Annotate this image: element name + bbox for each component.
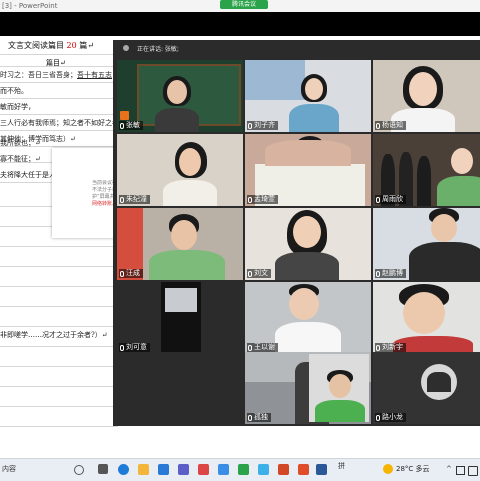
divider — [0, 98, 118, 99]
participant-name-tag: 孤独 — [247, 413, 271, 422]
participant-name-tag: 汪成 — [119, 269, 143, 278]
doc-line: 敏而好学， — [0, 103, 35, 111]
store-icon[interactable] — [158, 464, 169, 475]
taskbar: 内容 拼 28°C 多云 ^ — [0, 458, 480, 481]
participant-name-tag: 刘可意 — [119, 343, 150, 352]
video-tile[interactable]: 赵鹏博 — [373, 208, 480, 280]
video-tile[interactable]: 朱纪潼 — [117, 134, 243, 206]
window-title: [3] - PowerPoint — [2, 2, 58, 10]
mic-icon — [376, 122, 380, 129]
divider — [0, 366, 118, 367]
tencent-meeting-icon[interactable] — [238, 464, 249, 475]
mic-icon — [248, 344, 252, 351]
participant-name-tag: 路小龙 — [375, 413, 406, 422]
search-icon[interactable] — [74, 465, 84, 475]
mic-icon — [376, 196, 380, 203]
app-icon[interactable] — [198, 464, 209, 475]
participant-name-tag: 周雨欣 — [375, 195, 406, 204]
app-icon[interactable] — [258, 464, 269, 475]
speaking-indicator: 正在讲话: 张敏; — [137, 46, 179, 53]
app-icon[interactable] — [218, 464, 229, 475]
participant-name-tag: 刘文 — [247, 269, 271, 278]
folder-icon[interactable] — [138, 464, 149, 475]
video-tile[interactable]: 周雨欣 — [373, 134, 480, 206]
mic-icon — [248, 122, 252, 129]
divider — [0, 130, 118, 131]
taskbar-label: 内容 — [2, 465, 16, 473]
weather-icon[interactable] — [383, 464, 393, 474]
divider — [0, 406, 118, 407]
video-tile[interactable]: 王以谢 — [245, 282, 371, 354]
participant-name-tag: 赵鹏博 — [375, 269, 406, 278]
mic-icon — [120, 344, 124, 351]
mic-icon — [376, 270, 380, 277]
divider — [0, 346, 118, 347]
network-icon[interactable] — [456, 466, 465, 475]
video-tile[interactable]: 张敏 — [117, 60, 243, 132]
powerpoint-icon[interactable] — [278, 464, 289, 475]
tray-chevron-icon[interactable]: ^ — [446, 465, 452, 473]
speaker-icon — [123, 45, 129, 51]
doc-line: 寡不能征；↵ — [0, 155, 41, 163]
doc-line: 时习之：吾日三省吾身；吾十有五志 — [0, 71, 112, 79]
participant-name-tag: 刘子齐 — [247, 121, 278, 130]
divider — [0, 66, 118, 67]
participant-name-tag: 刘新宇 — [375, 343, 406, 352]
mic-icon — [248, 196, 252, 203]
video-tile[interactable]: 刘可意 — [117, 282, 243, 354]
divider — [0, 326, 118, 327]
teams-icon[interactable] — [178, 464, 189, 475]
video-tile[interactable]: 孟琦萱 — [245, 134, 371, 206]
ime-indicator[interactable]: 拼 — [338, 461, 345, 471]
word-icon[interactable] — [316, 464, 327, 475]
divider — [0, 426, 118, 427]
divider — [0, 306, 118, 307]
video-tile[interactable]: 路小龙 — [373, 352, 480, 424]
edge-icon[interactable] — [118, 464, 129, 475]
participant-name-tag: 孟琦萱 — [247, 195, 278, 204]
doc-line: 而不殆。 — [0, 87, 28, 95]
title-number: 20 — [66, 41, 77, 50]
muted-icon — [120, 111, 129, 120]
divider — [0, 114, 118, 115]
video-tile[interactable]: 刘文 — [245, 208, 371, 280]
app-icon[interactable] — [298, 464, 309, 475]
mic-icon — [376, 414, 380, 421]
participant-name-tag: 杨语知 — [375, 121, 406, 130]
doc-line: 非即嗟学……况才之过于余者?）↵ — [0, 331, 108, 339]
mic-icon — [248, 270, 252, 277]
participant-name-tag: 朱纪潼 — [119, 195, 150, 204]
meeting-indicator-pill[interactable]: 腾讯会议 — [220, 0, 268, 9]
mic-icon — [376, 344, 380, 351]
participant-name-tag: 王以谢 — [247, 343, 278, 352]
divider — [0, 246, 118, 247]
document-title: 文言文阅读篇目 20 篇↵ — [8, 40, 94, 51]
title-prefix: 文言文阅读篇目 — [8, 41, 64, 50]
doc-line: 我所欲也；↵ — [0, 139, 41, 147]
mic-icon — [120, 196, 124, 203]
video-tile[interactable]: 刘新宇 — [373, 282, 480, 354]
document-page: 文言文阅读篇目 20 篇↵ 篇目↵ 时习之：吾日三省吾身；吾十有五志 而不殆。 … — [0, 36, 140, 460]
video-tile-overlay — [309, 354, 369, 422]
notification-icon[interactable] — [468, 466, 478, 476]
divider — [0, 54, 118, 55]
task-view-icon[interactable] — [98, 464, 108, 474]
video-meeting-window: 正在讲话: 张敏; 张敏 刘子齐 杨语知 朱纪潼 孟琦萱 周雨欣 汪成 刘文 赵… — [113, 40, 480, 426]
divider — [0, 286, 118, 287]
mic-icon — [120, 270, 124, 277]
mic-icon — [120, 122, 124, 129]
video-tile[interactable]: 刘子齐 — [245, 60, 371, 132]
divider — [0, 386, 118, 387]
presentation-black-bar — [0, 12, 480, 36]
title-suffix: 篇↵ — [79, 41, 94, 50]
divider — [0, 266, 118, 267]
divider — [0, 82, 118, 83]
participant-name-tag: 张敏 — [119, 121, 143, 130]
video-tile[interactable]: 汪成 — [117, 208, 243, 280]
weather-text[interactable]: 28°C 多云 — [396, 464, 430, 474]
mic-icon — [248, 414, 252, 421]
video-tile[interactable]: 杨语知 — [373, 60, 480, 132]
